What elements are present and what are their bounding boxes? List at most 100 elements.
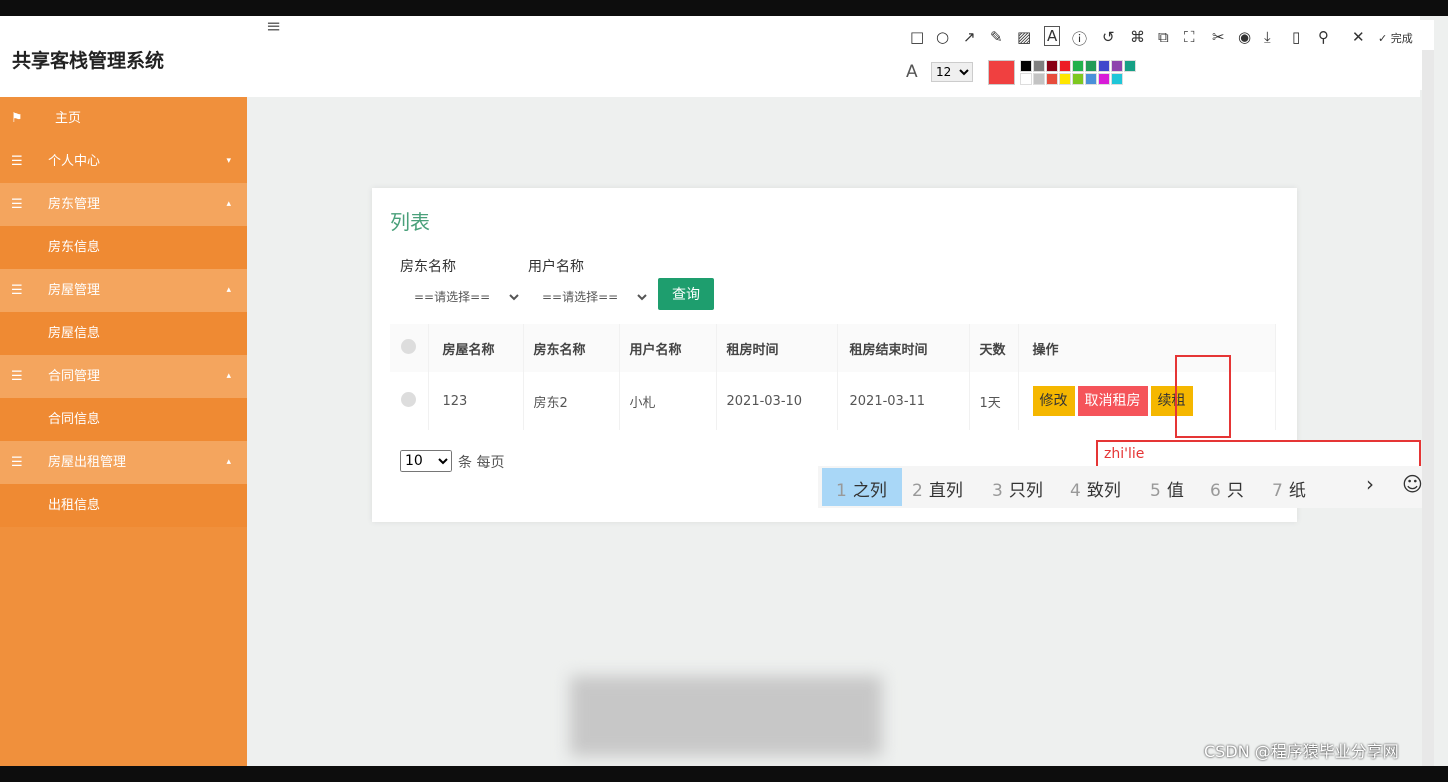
ime-candidate[interactable]: 6只 <box>1210 476 1244 501</box>
color-swatch[interactable] <box>1111 60 1123 72</box>
sidebar-item-label: 房东管理 <box>48 197 101 212</box>
color-swatch[interactable] <box>1085 73 1097 85</box>
page-size-select[interactable]: 10 <box>400 450 452 472</box>
candidate-word: 之列 <box>852 481 887 501</box>
color-swatch[interactable] <box>1033 60 1045 72</box>
rectangle-tool-icon[interactable]: □ <box>910 28 924 46</box>
col-end-time: 租房结束时间 <box>837 324 970 372</box>
candidate-number: 5 <box>1150 481 1161 501</box>
color-swatch[interactable] <box>1020 60 1032 72</box>
sidebar-item-label: 合同信息 <box>48 412 101 427</box>
cell-start-time: 2021-03-10 <box>716 372 838 430</box>
pen-tool-icon[interactable]: ✎ <box>990 28 1003 46</box>
sidebar-item-label: 房东信息 <box>48 240 101 255</box>
translate-tool-icon[interactable]: ✂ <box>1212 28 1225 46</box>
row-select-cell <box>390 372 429 430</box>
per-page-label: 条 每页 <box>458 455 505 471</box>
ime-candidate[interactable]: 1 之列 <box>836 476 887 501</box>
sidebar-item-contract-info[interactable]: 合同信息 <box>0 398 247 441</box>
browser-viewport: 共享客栈管理系统 ≡ ⚑ 主页 ☰ 个人中心 ▾ ☰ 房东管理 ▴ 房东信息 ☰… <box>0 16 1448 766</box>
mosaic-tool-icon[interactable]: ▨ <box>1017 28 1031 46</box>
sidebar-item-house-mgmt[interactable]: ☰ 房屋管理 ▴ <box>0 269 247 312</box>
sidebar-item-label: 房屋管理 <box>48 283 101 298</box>
long-screenshot-icon[interactable]: ⛶ <box>1184 28 1195 46</box>
number-tool-icon[interactable]: ⓘ <box>1072 28 1087 49</box>
user-select[interactable]: ==请选择== <box>538 286 650 308</box>
color-swatch[interactable] <box>1046 60 1058 72</box>
select-all-cell <box>390 324 429 372</box>
sidebar-item-home[interactable]: ⚑ 主页 <box>0 97 247 140</box>
phone-icon[interactable]: ▯ <box>1292 28 1300 46</box>
color-swatch[interactable] <box>1098 73 1110 85</box>
color-swatch[interactable] <box>1059 73 1071 85</box>
arrow-tool-icon[interactable]: ↗ <box>963 28 976 46</box>
ime-candidate[interactable]: 4 致列 <box>1070 476 1121 501</box>
sidebar-item-contract-mgmt[interactable]: ☰ 合同管理 ▴ <box>0 355 247 398</box>
annotation-text-box[interactable]: zhi'lie <box>1096 440 1421 468</box>
edit-button[interactable]: 修改 <box>1032 386 1075 416</box>
sidebar-item-personal[interactable]: ☰ 个人中心 ▾ <box>0 140 247 183</box>
color-swatch[interactable] <box>1072 60 1084 72</box>
landlord-select[interactable]: ==请选择== <box>410 286 522 308</box>
close-icon[interactable]: ✕ <box>1352 28 1365 46</box>
list-icon: ☰ <box>11 283 23 298</box>
font-size-select[interactable]: 12 <box>931 62 973 82</box>
ime-candidate[interactable]: 7纸 <box>1272 476 1306 501</box>
candidate-number: 1 <box>836 481 847 501</box>
sidebar-item-house-info[interactable]: 房屋信息 <box>0 312 247 355</box>
sidebar-item-rental-info[interactable]: 出租信息 <box>0 484 247 527</box>
ime-candidate[interactable]: 3 只列 <box>992 476 1043 501</box>
candidate-word: 直列 <box>928 481 963 501</box>
ime-candidate[interactable]: 5值 <box>1150 476 1184 501</box>
pin-tool-icon[interactable]: ⌘ <box>1130 28 1145 46</box>
data-table: 房屋名称 房东名称 用户名称 租房时间 租房结束时间 天数 操作 123 房东2… <box>390 324 1276 430</box>
sidebar-item-rental-mgmt[interactable]: ☰ 房屋出租管理 ▴ <box>0 441 247 484</box>
cancel-rent-button[interactable]: 取消租房 <box>1077 386 1148 416</box>
color-swatch[interactable] <box>1098 60 1110 72</box>
color-swatch[interactable] <box>1124 60 1136 72</box>
color-swatch[interactable] <box>1059 60 1071 72</box>
color-swatch[interactable] <box>1046 73 1058 85</box>
color-swatch[interactable] <box>1020 73 1032 85</box>
color-swatch[interactable] <box>1033 73 1045 85</box>
col-landlord-name: 房东名称 <box>523 324 620 372</box>
page-title: 列表 <box>390 210 430 234</box>
app-title: 共享客栈管理系统 <box>12 50 165 72</box>
select-all-checkbox[interactable] <box>401 338 417 354</box>
ellipse-tool-icon[interactable]: ○ <box>936 28 949 46</box>
col-start-time: 租房时间 <box>716 324 838 372</box>
bookmark-icon[interactable]: ⚲ <box>1318 28 1329 46</box>
download-icon[interactable]: ⤓ <box>1264 28 1271 46</box>
next-page-icon[interactable]: › <box>1366 472 1374 496</box>
vertical-scrollbar[interactable] <box>1422 50 1434 766</box>
row-checkbox[interactable] <box>401 391 417 407</box>
query-button[interactable]: 查询 <box>658 278 714 310</box>
sidebar-item-landlord-info[interactable]: 房东信息 <box>0 226 247 269</box>
record-tool-icon[interactable]: ◉ <box>1238 28 1251 46</box>
flag-icon: ⚑ <box>11 111 23 126</box>
sidebar-item-landlord-mgmt[interactable]: ☰ 房东管理 ▴ <box>0 183 247 226</box>
col-actions: 操作 <box>1018 324 1276 372</box>
color-swatch[interactable] <box>1072 73 1084 85</box>
sidebar-item-label: 房屋出租管理 <box>48 455 127 470</box>
blurred-region <box>570 676 882 756</box>
list-icon: ☰ <box>11 197 23 212</box>
screenshot-toolbar: □ ○ ↗ ✎ ▨ A ⓘ ↺ ⌘ ⧉ ⛶ ✂ ◉ ⤓ ▯ ⚲ ✕ ✓ 完成 A… <box>900 20 1434 90</box>
candidate-number: 6 <box>1210 481 1221 501</box>
emoji-icon[interactable]: ☺ <box>1402 472 1423 496</box>
ocr-tool-icon[interactable]: ⧉ <box>1158 28 1169 46</box>
font-icon: A <box>906 62 918 82</box>
done-button[interactable]: ✓ 完成 <box>1378 30 1413 46</box>
current-color-swatch[interactable] <box>988 60 1015 85</box>
cell-landlord-name: 房东2 <box>523 372 620 430</box>
chevron-up-icon: ▴ <box>226 285 231 295</box>
text-tool-icon[interactable]: A <box>1044 26 1061 46</box>
list-icon: ☰ <box>11 154 23 169</box>
color-swatch[interactable] <box>1085 60 1097 72</box>
user-filter-label: 用户名称 <box>528 259 584 275</box>
candidate-word: 只列 <box>1008 481 1043 501</box>
menu-toggle-icon[interactable]: ≡ <box>266 18 281 36</box>
ime-candidate[interactable]: 2 直列 <box>912 476 963 501</box>
undo-icon[interactable]: ↺ <box>1102 28 1115 46</box>
color-swatch[interactable] <box>1111 73 1123 85</box>
